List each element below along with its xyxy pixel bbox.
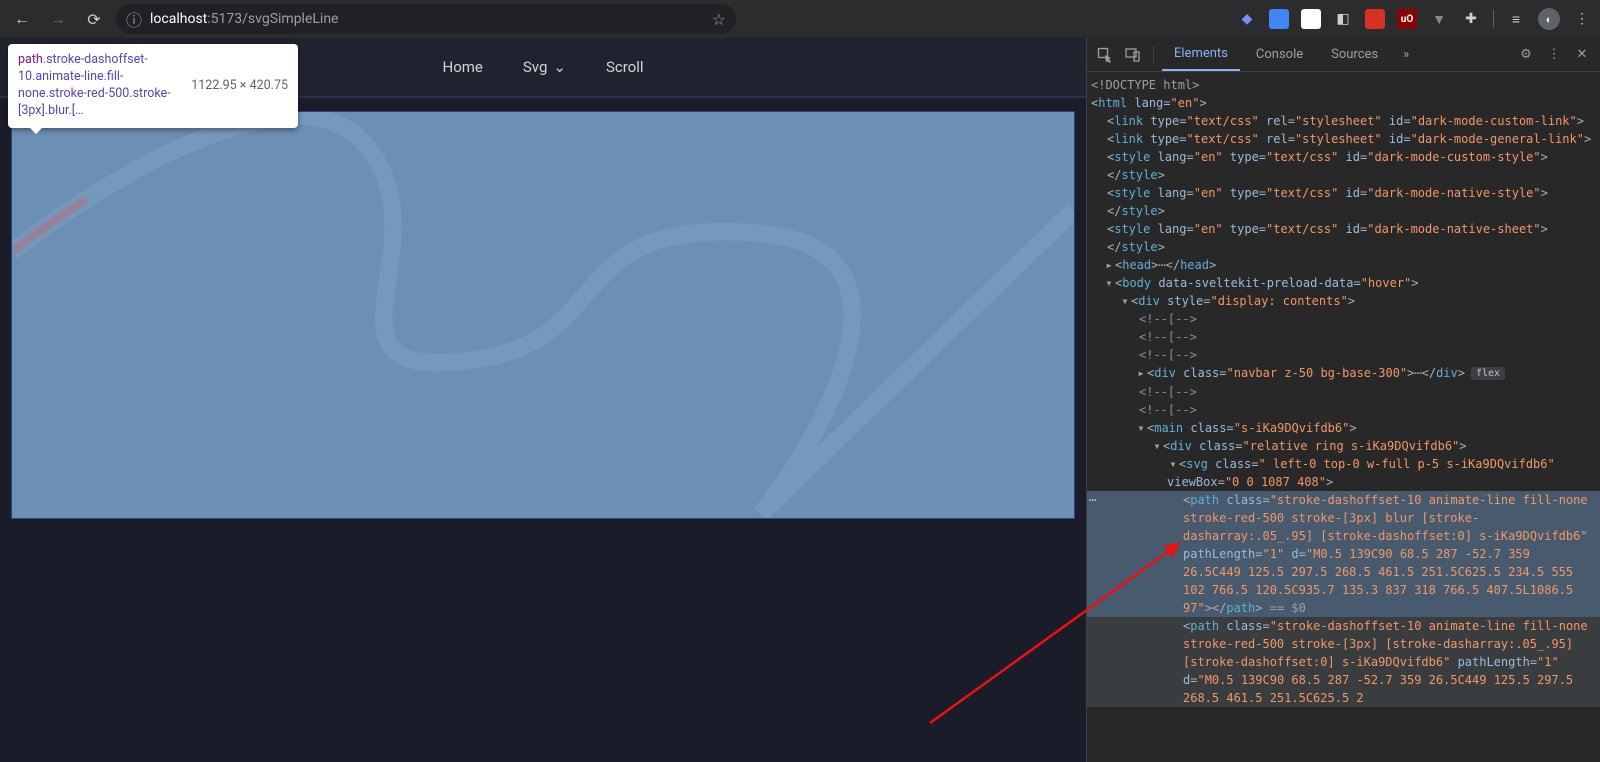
nav-svg[interactable]: Svg ⌄ xyxy=(523,58,566,76)
devtools-menu-icon[interactable]: ⋮ xyxy=(1542,43,1566,67)
bookmark-star-icon[interactable]: ☆ xyxy=(712,10,726,29)
extension-icon[interactable]: ▼ xyxy=(1429,9,1449,29)
doctype-line: <!DOCTYPE html> xyxy=(1091,78,1199,92)
forward-button[interactable]: → xyxy=(44,5,72,33)
nav-scroll[interactable]: Scroll xyxy=(606,58,644,76)
extension-icon[interactable] xyxy=(1365,9,1385,29)
devtools-tabbar: Elements Console Sources » ⚙ ⋮ ✕ xyxy=(1087,38,1600,72)
tab-console[interactable]: Console xyxy=(1244,38,1315,71)
animated-red-path xyxy=(12,116,1073,514)
profile-avatar[interactable]: ◐ xyxy=(1538,8,1560,30)
page-viewport: path.stroke-dashoffset-10.animate-line.f… xyxy=(0,38,1087,762)
extension-icon[interactable] xyxy=(1301,9,1321,29)
extensions-puzzle-icon[interactable]: ✚ xyxy=(1461,9,1481,29)
svg-canvas-region[interactable] xyxy=(12,112,1074,518)
browser-toolbar: ← → ⟳ ⓘ localhost:5173/svgSimpleLine ☆ ◆… xyxy=(0,0,1600,38)
tab-elements[interactable]: Elements xyxy=(1162,38,1240,71)
reload-button[interactable]: ⟳ xyxy=(80,5,108,33)
reading-list-icon[interactable]: ≡ xyxy=(1506,9,1526,29)
extension-icon[interactable]: ◧ xyxy=(1333,9,1353,29)
demo-svg xyxy=(12,112,1074,518)
extension-icon[interactable] xyxy=(1269,9,1289,29)
site-info-icon[interactable]: ⓘ xyxy=(126,7,142,31)
url-text: localhost:5173/svgSimpleLine xyxy=(150,11,338,27)
chrome-menu-icon[interactable]: ⋮ xyxy=(1572,9,1592,29)
devtools-panel: Elements Console Sources » ⚙ ⋮ ✕ <!DOCTY… xyxy=(1087,38,1600,762)
ublock-icon[interactable]: uO xyxy=(1397,9,1417,29)
selected-path-node[interactable]: ⋯<path class="stroke-dashoffset-10 anima… xyxy=(1087,491,1600,617)
dom-tree[interactable]: <!DOCTYPE html> <html lang="en"> <link t… xyxy=(1087,72,1600,762)
back-button[interactable]: ← xyxy=(8,5,36,33)
more-tabs-chevrons-icon[interactable]: » xyxy=(1394,43,1418,67)
device-toolbar-icon[interactable] xyxy=(1121,43,1145,67)
tab-sources[interactable]: Sources xyxy=(1319,38,1390,71)
extension-row: ◆ ◧ uO ▼ ✚ ≡ ◐ ⋮ xyxy=(1237,8,1592,30)
background-trail-path xyxy=(12,116,1073,514)
chevron-down-icon: ⌄ xyxy=(553,58,566,76)
settings-gear-icon[interactable]: ⚙ xyxy=(1514,43,1538,67)
address-bar[interactable]: ⓘ localhost:5173/svgSimpleLine ☆ xyxy=(116,4,736,34)
extension-icon[interactable]: ◆ xyxy=(1237,9,1257,29)
inspect-tooltip: path.stroke-dashoffset-10.animate-line.f… xyxy=(8,44,298,128)
path-node-2[interactable]: <path class="stroke-dashoffset-10 animat… xyxy=(1087,617,1600,707)
close-devtools-icon[interactable]: ✕ xyxy=(1570,43,1594,67)
nav-home[interactable]: Home xyxy=(443,58,483,76)
inspect-element-icon[interactable] xyxy=(1093,43,1117,67)
